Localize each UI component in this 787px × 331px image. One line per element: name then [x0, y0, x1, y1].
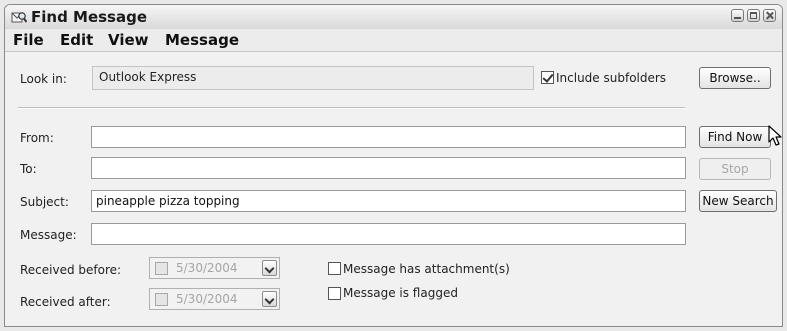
has-attachments-checkbox[interactable]: [328, 262, 341, 275]
has-attachments-label: Message has attachment(s): [343, 262, 510, 276]
look-in-field: Outlook Express: [92, 66, 534, 90]
from-label: From:: [20, 131, 54, 145]
menu-bar: File Edit View Message: [5, 29, 782, 52]
window-title: Find Message: [31, 8, 148, 26]
subject-label: Subject:: [20, 195, 69, 209]
received-before-label: Received before:: [20, 263, 122, 277]
message-field[interactable]: [91, 223, 686, 245]
divider: [18, 107, 685, 109]
minimize-icon[interactable]: [731, 9, 744, 22]
received-after-date-picker[interactable]: 5/30/2004: [149, 288, 280, 310]
menu-message[interactable]: Message: [165, 31, 239, 49]
look-in-label: Look in:: [20, 72, 67, 86]
menu-edit[interactable]: Edit: [60, 31, 93, 49]
chevron-down-icon[interactable]: [262, 260, 277, 276]
received-after-date: 5/30/2004: [176, 292, 238, 306]
new-search-button[interactable]: New Search: [699, 190, 777, 212]
include-subfolders-label: Include subfolders: [556, 71, 667, 85]
chevron-down-icon[interactable]: [262, 291, 277, 307]
received-before-date-picker[interactable]: 5/30/2004: [149, 257, 280, 279]
include-subfolders-checkbox[interactable]: [541, 71, 554, 84]
is-flagged-checkbox[interactable]: [328, 287, 341, 300]
menu-view[interactable]: View: [108, 31, 149, 49]
maximize-icon[interactable]: [747, 9, 760, 22]
to-field[interactable]: [91, 157, 686, 179]
subject-field[interactable]: [91, 190, 686, 212]
menu-file[interactable]: File: [13, 31, 44, 49]
stop-button[interactable]: Stop: [699, 158, 771, 180]
received-before-date: 5/30/2004: [176, 261, 238, 275]
mouse-pointer-icon: [768, 125, 782, 146]
received-after-checkbox[interactable]: [155, 293, 168, 306]
from-field[interactable]: [91, 126, 686, 148]
title-bar[interactable]: Find Message: [5, 5, 782, 30]
find-now-button[interactable]: Find Now: [699, 126, 771, 148]
received-before-checkbox[interactable]: [155, 262, 168, 275]
browse-button[interactable]: Browse..: [699, 67, 771, 89]
received-after-label: Received after:: [20, 295, 111, 309]
is-flagged-label: Message is flagged: [343, 286, 458, 300]
find-message-window: Find Message File Edit View Message Look…: [4, 4, 783, 327]
message-label: Message:: [20, 228, 77, 242]
search-form: Look in: Outlook Express Include subfold…: [5, 52, 782, 326]
to-label: To:: [20, 162, 37, 176]
find-message-icon: [11, 12, 27, 23]
close-icon[interactable]: [763, 9, 776, 22]
